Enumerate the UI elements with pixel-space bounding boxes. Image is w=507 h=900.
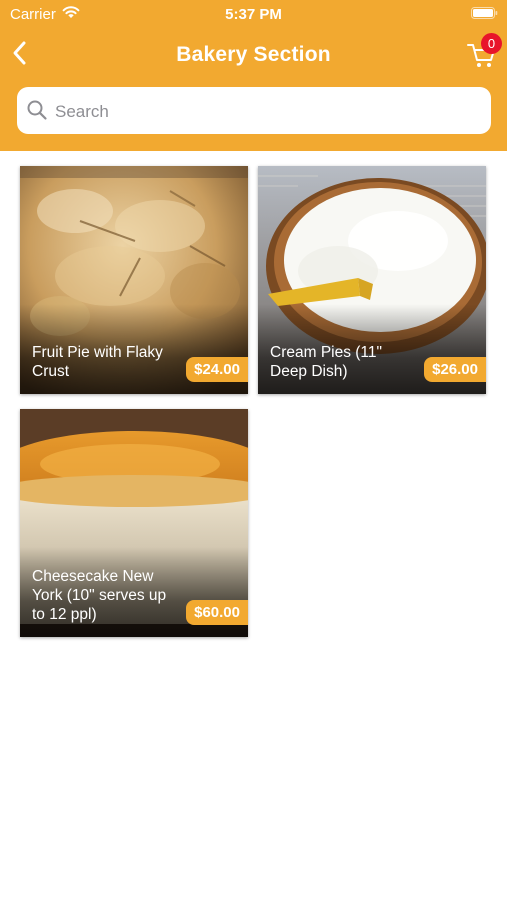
page-title: Bakery Section	[176, 43, 331, 66]
product-name: Cheesecake New York (10" serves up to 12…	[32, 568, 167, 623]
search-icon	[27, 100, 47, 120]
price-badge: $24.00	[186, 357, 248, 382]
search-bar[interactable]	[17, 87, 491, 136]
header-bar: Carrier 5:37 PM Bakery Section 0	[0, 0, 507, 151]
search-input[interactable]	[53, 87, 477, 136]
product-name: Fruit Pie with Flaky Crust	[32, 344, 163, 380]
status-time: 5:37 PM	[225, 6, 282, 23]
product-card[interactable]: Cream Pies (11" Deep Dish) $26.00	[258, 166, 486, 394]
price-badge: $26.00	[424, 357, 486, 382]
product-card[interactable]: Fruit Pie with Flaky Crust $24.00	[20, 166, 248, 394]
status-bar: Carrier 5:37 PM	[0, 0, 507, 28]
cart-count-badge: 0	[481, 33, 502, 54]
price-badge: $60.00	[186, 600, 248, 625]
product-name: Cream Pies (11" Deep Dish)	[270, 344, 383, 380]
product-card[interactable]: Cheesecake New York (10" serves up to 12…	[20, 409, 248, 637]
battery-icon	[471, 7, 498, 19]
